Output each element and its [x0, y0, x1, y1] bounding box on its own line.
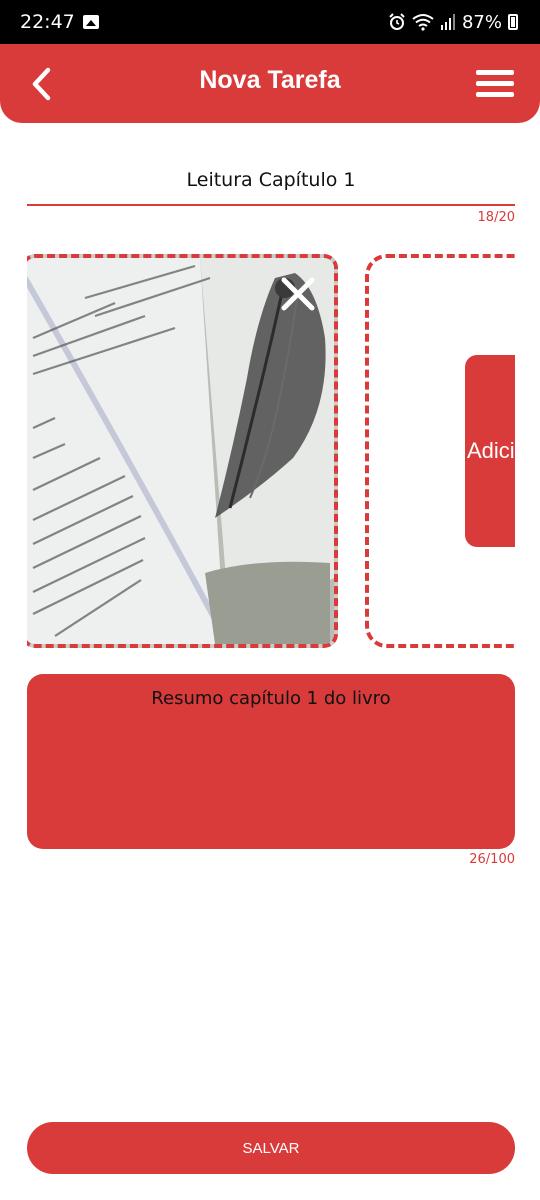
status-bar: 22:47 87% [0, 0, 540, 44]
page-title: Nova Tarefa [199, 66, 341, 94]
menu-bar [476, 92, 514, 97]
menu-bar [476, 70, 514, 75]
status-right: 87% [388, 12, 518, 33]
book-page-photo [27, 258, 334, 644]
signal-icon [440, 14, 455, 30]
add-image-button[interactable]: Adici [465, 355, 515, 547]
hamburger-menu-icon[interactable] [476, 70, 514, 98]
close-icon[interactable] [278, 274, 318, 314]
task-description-field[interactable]: Resumo capítulo 1 do livro [27, 674, 515, 849]
image-carousel[interactable]: Adici [27, 254, 515, 648]
task-title-field[interactable] [27, 156, 515, 206]
title-char-counter: 18/20 [477, 210, 515, 225]
task-title-input[interactable] [27, 169, 515, 191]
gallery-icon [82, 15, 99, 29]
alarm-icon [389, 13, 405, 30]
battery-icon [508, 14, 518, 30]
save-button[interactable]: SALVAR [27, 1122, 515, 1174]
task-description-text[interactable]: Resumo capítulo 1 do livro [27, 688, 515, 709]
status-left: 22:47 [20, 11, 99, 33]
app-header: Nova Tarefa [0, 44, 540, 123]
wifi-icon [412, 14, 434, 31]
clock: 22:47 [20, 11, 75, 33]
description-char-counter: 26/100 [469, 852, 515, 867]
battery-percent: 87% [461, 11, 502, 33]
menu-bar [476, 81, 514, 86]
attached-image-card[interactable] [27, 254, 338, 648]
